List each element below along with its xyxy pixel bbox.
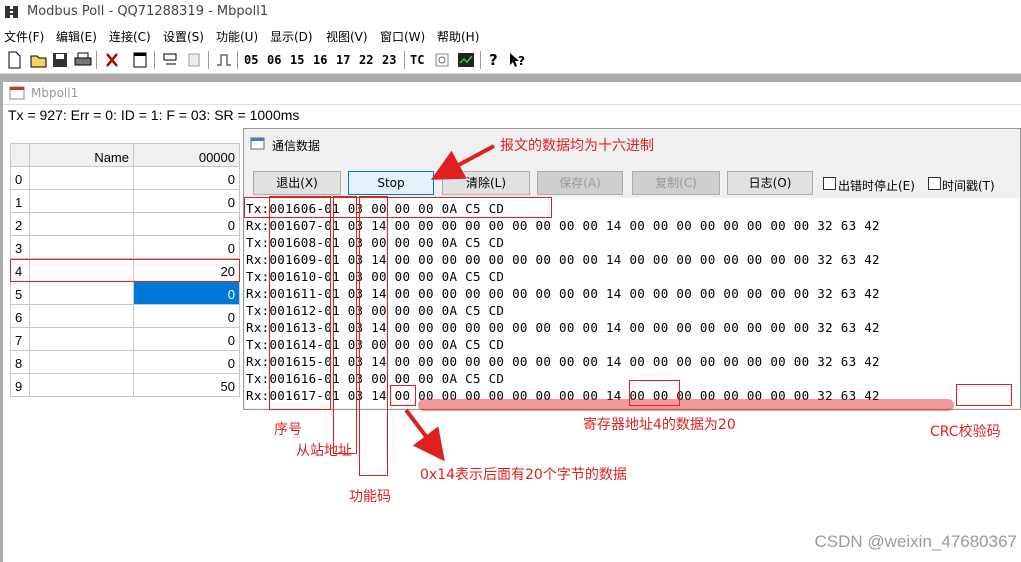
seq-label: 序号 bbox=[274, 422, 302, 438]
fc-22-button[interactable]: 22 bbox=[359, 51, 373, 69]
log-button[interactable]: 日志(O) bbox=[727, 171, 813, 195]
cell-name[interactable] bbox=[30, 167, 134, 190]
svg-text:?: ? bbox=[489, 51, 498, 69]
fc-23-button[interactable]: 23 bbox=[382, 51, 396, 69]
test-center-icon[interactable] bbox=[186, 51, 202, 69]
watermark: CSDN @weixin_47680367 bbox=[814, 532, 1017, 551]
context-help-icon[interactable]: ? bbox=[508, 51, 526, 69]
menu-view[interactable]: 视图(V) bbox=[326, 28, 368, 45]
fc-16-button[interactable]: 16 bbox=[313, 51, 327, 69]
fc-06-button[interactable]: 06 bbox=[267, 51, 281, 69]
cell-value[interactable]: 0 bbox=[134, 190, 240, 213]
stop-on-error-checkbox[interactable] bbox=[823, 177, 836, 190]
help-icon[interactable]: ? bbox=[488, 51, 500, 69]
fc-17-button[interactable]: 17 bbox=[336, 51, 350, 69]
svg-text:?: ? bbox=[518, 54, 525, 68]
byte-count-label: 0x14表示后面有20个字节的数据 bbox=[420, 467, 627, 483]
cell-value[interactable]: 0 bbox=[134, 236, 240, 259]
child-window-icon bbox=[9, 86, 25, 100]
chart-icon[interactable] bbox=[457, 51, 475, 69]
seq-column-box bbox=[269, 196, 331, 410]
cell-value[interactable]: 0 bbox=[134, 305, 240, 328]
modbus-app-icon bbox=[5, 6, 18, 18]
cell-name[interactable] bbox=[30, 236, 134, 259]
read-write-icon[interactable] bbox=[162, 51, 180, 69]
child-title: Mbpoll1 bbox=[31, 86, 79, 100]
highlight-row-4 bbox=[10, 259, 240, 282]
cell-name[interactable] bbox=[30, 328, 134, 351]
row-index: 7 bbox=[10, 328, 30, 351]
byte-count-box bbox=[390, 385, 416, 406]
row-index: 5 bbox=[10, 282, 30, 305]
menu-help[interactable]: 帮助(H) bbox=[437, 28, 479, 45]
window-icon[interactable] bbox=[132, 51, 148, 69]
save-button[interactable]: 保存(A) bbox=[537, 171, 623, 195]
cell-value[interactable]: 0 bbox=[134, 213, 240, 236]
dialog-window-icon bbox=[250, 137, 265, 150]
traffic-icon[interactable] bbox=[434, 51, 450, 69]
row-index: 6 bbox=[10, 305, 30, 328]
fc-15-button[interactable]: 15 bbox=[290, 51, 304, 69]
row-index: 1 bbox=[10, 190, 30, 213]
menu-functions[interactable]: 功能(U) bbox=[216, 28, 258, 45]
menu-edit[interactable]: 编辑(E) bbox=[56, 28, 97, 45]
stop-on-error-label: 出错时停止(E) bbox=[838, 179, 915, 193]
column-header-address[interactable]: 00000 bbox=[134, 143, 240, 167]
slave-address-box bbox=[333, 196, 357, 454]
function-code-label: 功能码 bbox=[349, 489, 391, 505]
title-bar: Modbus Poll - QQ71288319 - Mbpoll1 bbox=[0, 0, 1021, 24]
cell-value[interactable]: 0 bbox=[134, 328, 240, 351]
cell-name[interactable] bbox=[30, 282, 134, 305]
timestamp-checkbox[interactable] bbox=[928, 177, 941, 190]
menu-window[interactable]: 窗口(W) bbox=[380, 28, 425, 45]
tc-button[interactable]: TC bbox=[410, 51, 424, 69]
row-index: 9 bbox=[10, 374, 30, 397]
menu-connection[interactable]: 连接(C) bbox=[109, 28, 151, 45]
pulse-icon[interactable] bbox=[216, 51, 232, 69]
menu-setup[interactable]: 设置(S) bbox=[163, 28, 204, 45]
copy-button[interactable]: 复制(C) bbox=[632, 171, 720, 195]
fc-05-button[interactable]: 05 bbox=[244, 51, 258, 69]
new-file-icon[interactable] bbox=[6, 51, 22, 69]
menu-display[interactable]: 显示(D) bbox=[270, 28, 313, 45]
row-index: 0 bbox=[10, 167, 30, 190]
exit-button[interactable]: 退出(X) bbox=[253, 171, 341, 195]
cell-value-selected[interactable]: 0 bbox=[134, 282, 240, 305]
function-code-box bbox=[359, 196, 388, 476]
data-bytes-highlight bbox=[418, 399, 954, 411]
print-icon[interactable] bbox=[74, 51, 92, 69]
cell-name[interactable] bbox=[30, 351, 134, 374]
row-index: 3 bbox=[10, 236, 30, 259]
poll-status-line: Tx = 927: Err = 0: ID = 1: F = 03: SR = … bbox=[8, 107, 300, 123]
slave-address-label: 从站地址 bbox=[296, 443, 352, 459]
menu-file[interactable]: 文件(F) bbox=[4, 28, 44, 45]
cell-value[interactable]: 0 bbox=[134, 167, 240, 190]
clear-button[interactable]: 清除(L) bbox=[442, 171, 530, 195]
cell-name[interactable] bbox=[30, 213, 134, 236]
stop-button[interactable]: Stop bbox=[348, 171, 434, 195]
crc-box bbox=[956, 384, 1012, 406]
cell-value[interactable]: 50 bbox=[134, 374, 240, 397]
column-header-name[interactable]: Name bbox=[30, 143, 134, 167]
hex-note-label: 报文的数据均为十六进制 bbox=[500, 138, 654, 154]
open-folder-icon[interactable] bbox=[30, 51, 48, 69]
cell-name[interactable] bbox=[30, 374, 134, 397]
window-title: Modbus Poll - QQ71288319 - Mbpoll1 bbox=[27, 4, 269, 19]
dialog-title: 通信数据 bbox=[272, 139, 321, 153]
row-index: 8 bbox=[10, 351, 30, 374]
menu-bar: 文件(F) 编辑(E) 连接(C) 设置(S) 功能(U) 显示(D) 视图(V… bbox=[0, 26, 1021, 46]
register-note-label: 寄存器地址4的数据为20 bbox=[583, 417, 736, 433]
cell-value[interactable]: 0 bbox=[134, 351, 240, 374]
cell-name[interactable] bbox=[30, 190, 134, 213]
grid-corner bbox=[10, 143, 30, 167]
timestamp-label: 时间戳(T) bbox=[942, 179, 995, 193]
child-title-bar: Mbpoll1 bbox=[3, 82, 1021, 105]
row-index: 2 bbox=[10, 213, 30, 236]
disconnect-icon[interactable] bbox=[104, 51, 120, 69]
toolbar: 05 06 15 16 17 22 23 TC ? ? bbox=[0, 47, 1021, 74]
save-icon[interactable] bbox=[52, 51, 68, 69]
crc-label: CRC校验码 bbox=[930, 424, 1001, 440]
cell-name[interactable] bbox=[30, 305, 134, 328]
